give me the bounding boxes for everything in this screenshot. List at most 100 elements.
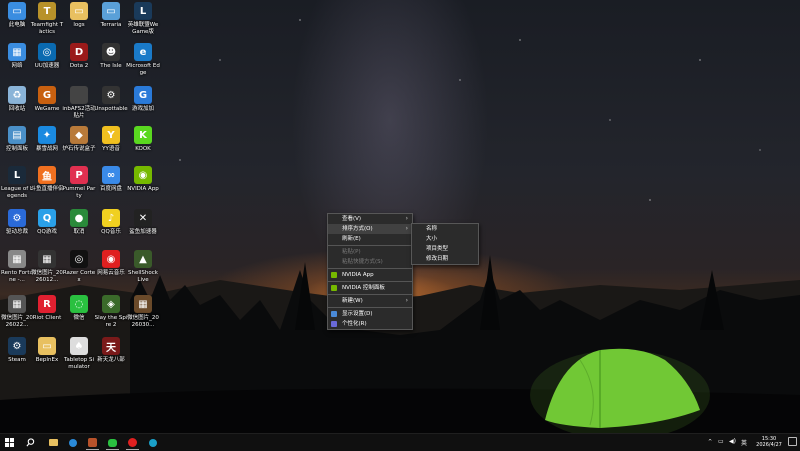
desktop-icon[interactable]: 鱼斗鱼直播伴侣 [30,166,64,193]
context-menu-item[interactable]: 刷新(E) [328,234,412,244]
desktop-icon[interactable]: ● 取消 [62,209,96,236]
tabletop-icon: ♠ [70,337,88,355]
taskbar-edge-2[interactable] [146,436,159,449]
desktop-icon[interactable]: Q QQ游戏 [30,209,64,236]
taskbar-game-app[interactable] [86,436,99,450]
context-menu-item: 粘贴(P) [328,247,412,257]
desktop-icon[interactable]: ☻ The Isle [94,43,128,70]
desktop-icon[interactable]: P Pummel Party [62,166,96,200]
sort-submenu: 名称 大小 项目类型 修改日期 [411,223,479,265]
wechat-icon [108,438,117,447]
desktop-icon[interactable]: ▦ 微信图片_2026022... [0,295,34,329]
terraria-icon: ▭ [102,2,120,20]
taskbar-edge[interactable] [66,436,79,449]
context-menu-item-label: NVIDIA 控制面板 [342,285,385,291]
desktop-icon-label: Pummel Party [62,186,96,199]
desktop-icon[interactable]: 天新天龙八部 [94,337,128,364]
desktop-icon[interactable]: ◎ Razer Cortex [62,250,96,284]
desktop-icon[interactable]: ▭ logs [62,2,96,29]
desktop-icon-label: 鲨鱼加速器 [129,229,157,235]
desktop-icon-label: The Isle [100,63,122,69]
desktop-icon-label: 网易云音乐 [97,270,125,276]
desktop-icon[interactable]: ⚙ 驱动总裁 [0,209,34,236]
volume-icon[interactable]: ◀) [729,438,736,445]
desktop-icon[interactable]: ◆ 炉石传说盒子 [62,126,96,153]
clock[interactable]: 15:30 2026/4/27 [754,436,784,448]
desktop-icon[interactable]: G WeGame [30,86,64,113]
wechat-icon: ◌ [70,295,88,313]
notification-icon[interactable] [788,437,797,446]
sort-option[interactable]: 项目类型 [412,244,478,254]
desktop-icon[interactable]: ∞ 百度网盘 [94,166,128,193]
league-icon: L [8,166,26,184]
context-menu-item[interactable]: 个性化(R) [328,319,412,329]
netease-music-icon: ◉ [102,250,120,268]
context-menu-item[interactable]: 新建(W) › [328,296,412,306]
desktop-icon[interactable]: ▭ BepInEx [30,337,64,364]
menu-separator [328,245,412,246]
desktop-icon[interactable]: R Riot Client [30,295,64,322]
desktop-icon[interactable]: ▦ 微信图片_2026030... [126,295,160,329]
desktop-icon-label: Steam [8,357,26,363]
desktop-icon-label: NVIDIA App [127,186,159,192]
input-language[interactable]: 英 [741,438,747,447]
desktop-icon[interactable]: L League of Legends [0,166,34,200]
riot-icon: R [38,295,56,313]
desktop-icon[interactable]: ▦ 微信图片_2026012... [30,250,64,284]
desktop-icon[interactable]: Y YY语音 [94,126,128,153]
qq-game-icon: Q [38,209,56,227]
desktop-icon[interactable]: D Dota 2 [62,43,96,70]
desktop-icon[interactable]: inbAFS2活动贴片 [62,86,96,120]
uu-icon: ◎ [38,43,56,61]
lol-icon: L [134,2,152,20]
desktop-icon[interactable]: ▭ Terraria [94,2,128,29]
context-menu-item[interactable]: 显示设置(D) [328,309,412,319]
network-tray-icon[interactable]: ▭ [718,438,724,445]
taskbar-netease-music[interactable] [126,436,139,450]
chevron-right-icon: › [405,297,408,304]
qq-music-icon: ♪ [102,209,120,227]
desktop-icon[interactable]: T Teamfight Tactics [30,2,64,36]
context-menu-item[interactable]: 查看(V) › [328,214,412,224]
desktop-icon[interactable]: ♻ 回收站 [0,86,34,113]
desktop-icon[interactable]: ⚙ Unspottable [94,86,128,113]
start-button[interactable] [3,436,16,449]
desktop-icon[interactable]: ♠ Tabletop Simulator [62,337,96,371]
desktop-icon-label: 取消 [73,229,85,235]
sort-option[interactable]: 修改日期 [412,254,478,264]
desktop-icon[interactable]: ◈ Slay the Spire 2 [94,295,128,329]
desktop-icon[interactable]: ✕ 鲨鱼加速器 [126,209,160,236]
context-menu-item[interactable]: NVIDIA App [328,270,412,280]
desktop-icon[interactable]: K KOOK [126,126,160,153]
desktop-icon[interactable]: ▲ ShellShock Live [126,250,160,284]
sort-option[interactable]: 大小 [412,234,478,244]
context-menu-item-label: 个性化(R) [342,321,367,327]
context-menu-item-label: NVIDIA App [342,272,374,278]
desktop-icon[interactable]: L 英雄联盟WeGame版 [126,2,160,36]
desktop-icon[interactable]: ⚙ Steam [0,337,34,364]
taskbar-file-explorer[interactable] [47,436,60,449]
desktop-icon[interactable]: ♪ QQ音乐 [94,209,128,236]
desktop-icon[interactable]: G 游戏加加 [126,86,160,113]
desktop-icon[interactable]: ◌ 微信 [62,295,96,322]
desktop-icon-label: Dota 2 [69,63,89,69]
context-menu-item-label: 刷新(E) [342,236,361,242]
desktop-icon[interactable]: ▭ 此电脑 [0,2,34,29]
desktop-icon-label: Unspottable [94,106,128,112]
desktop-icon[interactable]: ◉ 网易云音乐 [94,250,128,277]
dota-icon: D [70,43,88,61]
desktop-icon-label: Razer Cortex [62,270,96,283]
tray-chevron-icon[interactable]: ^ [708,439,712,445]
desktop-icon[interactable]: ▦ 网络 [0,43,34,70]
taskbar-wechat[interactable] [106,436,119,450]
desktop-icon[interactable]: ✦ 暴雪战网 [30,126,64,153]
sort-option[interactable]: 名称 [412,224,478,234]
context-menu-item[interactable]: 排序方式(O) › [328,224,412,234]
search-button[interactable] [24,436,37,449]
desktop-icon[interactable]: ▦ Rento Fortune -... [0,250,34,284]
desktop-icon[interactable]: ◉ NVIDIA App [126,166,160,193]
desktop-icon[interactable]: e Microsoft Edge [126,43,160,77]
context-menu-item[interactable]: NVIDIA 控制面板 [328,283,412,293]
desktop-icon[interactable]: ▤ 控制面板 [0,126,34,153]
desktop-icon[interactable]: ◎ UU加速器 [30,43,64,70]
